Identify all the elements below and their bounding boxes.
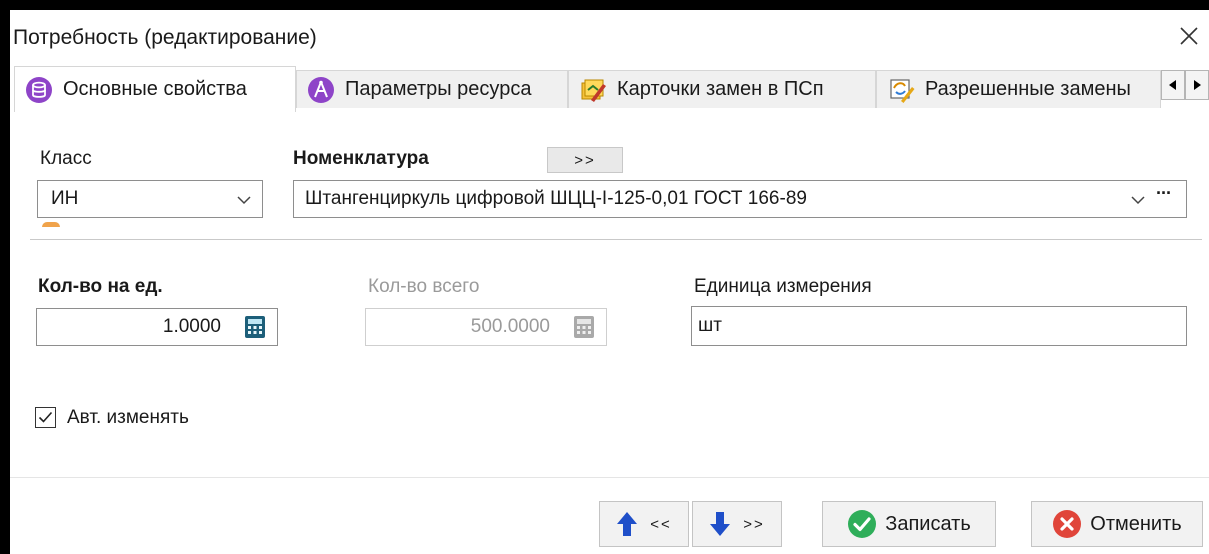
close-button[interactable] bbox=[1175, 22, 1203, 50]
qty-total-label: Кол-во всего bbox=[368, 276, 480, 297]
expand-button[interactable]: >> bbox=[547, 147, 623, 173]
tab-label: Разрешенные замены bbox=[925, 78, 1131, 100]
next-record-button[interactable]: >> bbox=[692, 501, 782, 547]
tab-label: Параметры ресурса bbox=[345, 78, 532, 100]
cancel-label: Отменить bbox=[1090, 512, 1182, 535]
qty-per-unit-value: 1.0000 bbox=[162, 316, 221, 337]
cancel-circle-icon bbox=[1053, 510, 1082, 538]
cards-edit-icon bbox=[581, 79, 606, 102]
unit-input[interactable]: шт bbox=[691, 306, 1187, 346]
tab-label: Карточки замен в ПСп bbox=[617, 78, 824, 100]
qty-total-input: 500.0000 bbox=[365, 308, 607, 346]
checkmark-icon bbox=[38, 411, 53, 423]
qty-per-unit-input[interactable]: 1.0000 bbox=[36, 308, 278, 346]
tab-scroll-right[interactable] bbox=[1185, 70, 1209, 100]
arrow-down-icon bbox=[710, 512, 731, 536]
unit-value: шт bbox=[698, 315, 722, 336]
arrow-up-icon bbox=[617, 512, 638, 536]
close-icon bbox=[1180, 27, 1198, 45]
section-divider bbox=[30, 239, 1202, 240]
save-label: Записать bbox=[885, 512, 971, 535]
nomenclature-value: Штангенциркуль цифровой ШЦЦ-I-125-0,01 Г… bbox=[305, 188, 807, 209]
tab-label: Основные свойства bbox=[63, 78, 247, 100]
cancel-button[interactable]: Отменить bbox=[1031, 501, 1203, 547]
class-label: Класс bbox=[40, 148, 92, 169]
auto-change-label: Авт. изменять bbox=[67, 407, 189, 428]
required-marker bbox=[42, 222, 60, 227]
tab-resource-params[interactable]: Параметры ресурса bbox=[296, 70, 568, 108]
qty-per-unit-label: Кол-во на ед. bbox=[38, 276, 163, 297]
dialog-window: Потребность (редактирование) Основные св… bbox=[10, 10, 1209, 554]
more-button[interactable]: ··· bbox=[1156, 183, 1172, 204]
tab-replacement-cards[interactable]: Карточки замен в ПСп bbox=[568, 70, 876, 108]
nomenclature-label: Номенклатура bbox=[293, 148, 429, 169]
tab-main-properties[interactable]: Основные свойства bbox=[14, 66, 296, 112]
chevron-down-icon bbox=[237, 196, 251, 205]
footer-divider bbox=[10, 477, 1209, 478]
title-bar: Потребность (редактирование) bbox=[10, 10, 1209, 62]
tab-scroll-left[interactable] bbox=[1161, 70, 1185, 100]
triangle-right-icon bbox=[1194, 80, 1201, 90]
tab-strip: Основные свойства Параметры ресурса Карт… bbox=[10, 66, 1209, 116]
class-select[interactable]: ИН bbox=[37, 180, 263, 218]
nomenclature-select[interactable]: Штангенциркуль цифровой ШЦЦ-I-125-0,01 Г… bbox=[293, 180, 1187, 218]
qty-total-value: 500.0000 bbox=[470, 316, 550, 337]
replace-edit-icon bbox=[890, 78, 915, 103]
compass-icon bbox=[308, 76, 334, 103]
class-value: ИН bbox=[51, 188, 79, 209]
tab-allowed-replacements[interactable]: Разрешенные замены bbox=[876, 70, 1161, 108]
prev-label: << bbox=[650, 515, 672, 533]
database-icon bbox=[26, 76, 52, 103]
check-circle-icon bbox=[848, 510, 877, 538]
window-title: Потребность (редактирование) bbox=[13, 26, 317, 49]
unit-label: Единица измерения bbox=[694, 276, 872, 297]
chevron-down-icon bbox=[1131, 196, 1145, 205]
triangle-left-icon bbox=[1169, 80, 1176, 90]
calculator-icon bbox=[574, 316, 594, 338]
prev-record-button[interactable]: << bbox=[599, 501, 689, 547]
auto-change-checkbox[interactable] bbox=[35, 407, 56, 428]
calculator-icon[interactable] bbox=[243, 315, 267, 339]
save-button[interactable]: Записать bbox=[822, 501, 996, 547]
next-label: >> bbox=[743, 515, 765, 533]
